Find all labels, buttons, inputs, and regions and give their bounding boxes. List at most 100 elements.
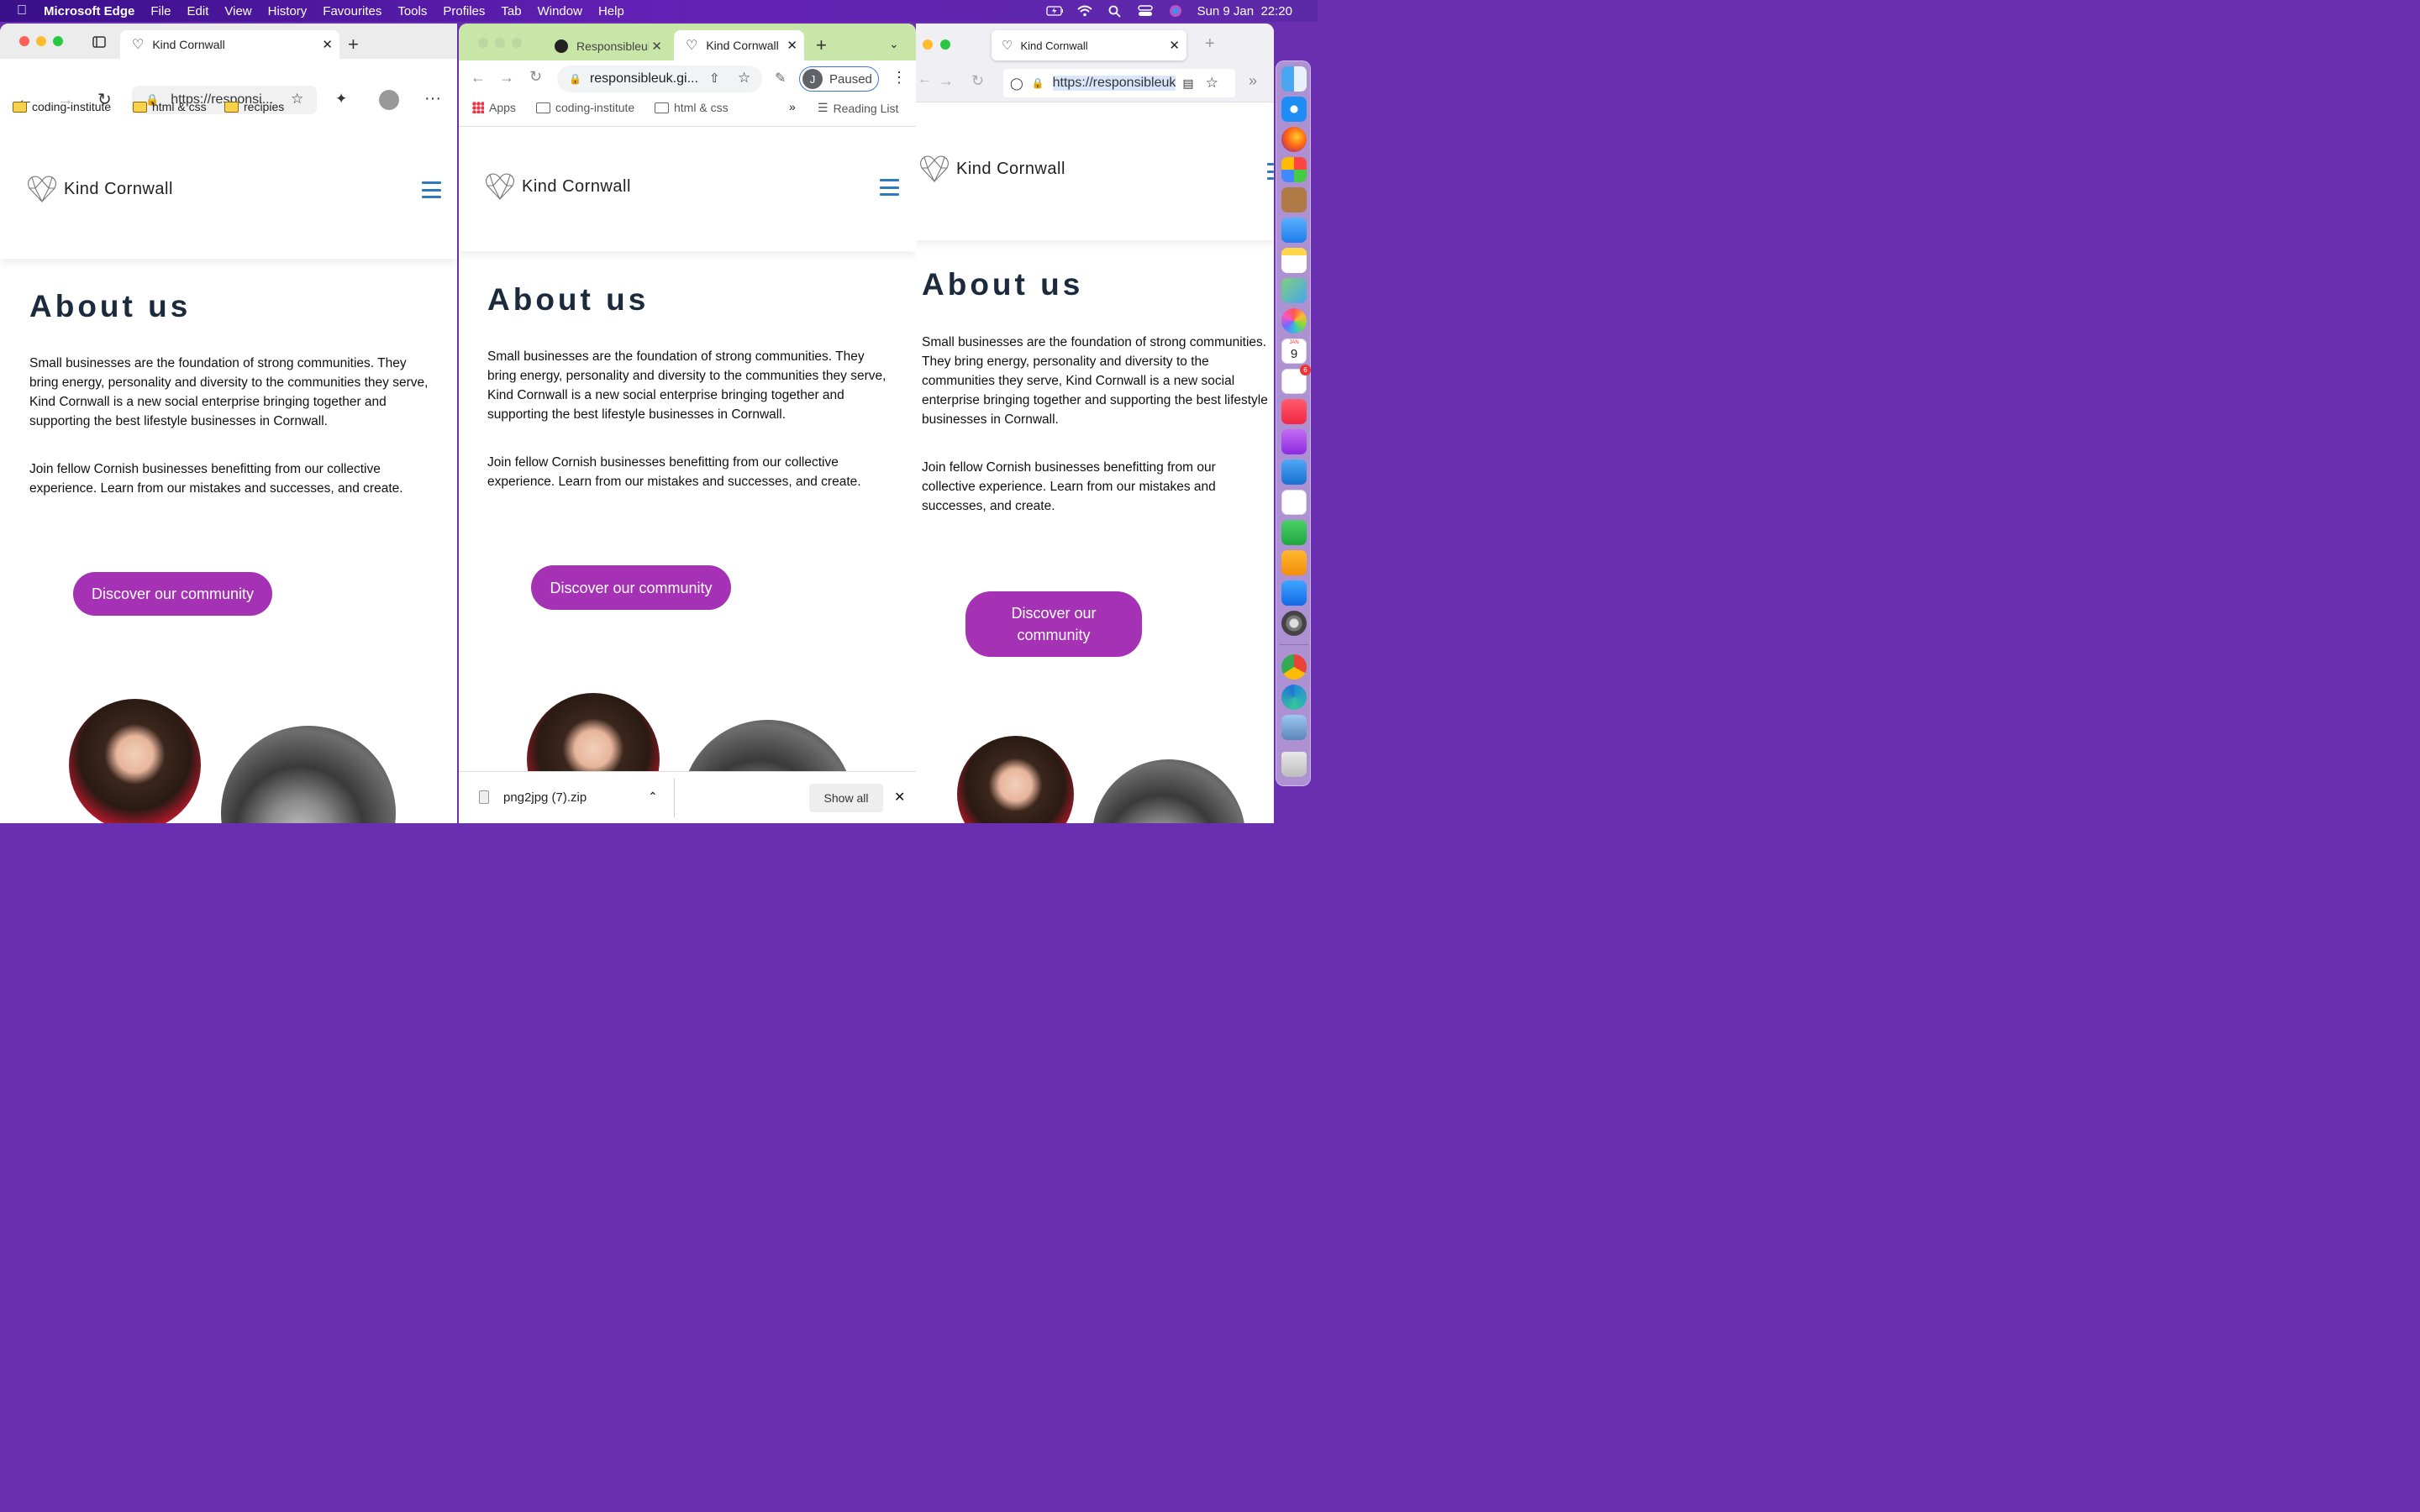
- hamburger-menu-icon[interactable]: [1267, 163, 1274, 180]
- bookmark-html-css[interactable]: html & css: [133, 100, 207, 113]
- minimize-window-button[interactable]: [495, 38, 505, 48]
- control-center-icon[interactable]: [1137, 5, 1154, 17]
- profile-paused-chip[interactable]: J Paused: [799, 66, 879, 92]
- firefox-icon[interactable]: [1281, 127, 1307, 152]
- edge-icon[interactable]: [1281, 685, 1307, 710]
- menu-view[interactable]: View: [224, 4, 251, 18]
- extensions-puzzle-icon[interactable]: ✎: [775, 70, 786, 87]
- zoom-window-button[interactable]: [53, 36, 63, 46]
- reading-list-button[interactable]: ☰ Reading List: [818, 101, 898, 115]
- chrome-address-bar[interactable]: 🔒 responsibleuk.gi...: [557, 66, 762, 92]
- menu-window[interactable]: Window: [538, 4, 582, 18]
- menu-history[interactable]: History: [268, 4, 308, 18]
- safari-icon[interactable]: [1281, 97, 1307, 122]
- preview-icon[interactable]: [1281, 715, 1307, 740]
- tab-kind-cornwall[interactable]: ♡ Kind Cornwall ✕: [120, 30, 339, 59]
- menu-file[interactable]: File: [150, 4, 171, 18]
- zoom-window-button[interactable]: [940, 39, 950, 50]
- firefox-address-bar[interactable]: ◯ 🔒 https://responsibleuk ▤ ☆: [1003, 69, 1235, 97]
- mail-icon[interactable]: [1281, 218, 1307, 243]
- tab-actions-icon[interactable]: [92, 35, 106, 53]
- close-tab-icon[interactable]: ✕: [786, 38, 797, 53]
- calendar-icon[interactable]: JAN 9: [1281, 339, 1307, 364]
- minimize-window-button[interactable]: [923, 39, 933, 50]
- tab-kind-cornwall[interactable]: ♡ Kind Cornwall ✕: [992, 30, 1186, 60]
- address-url[interactable]: responsibleuk.gi...: [590, 71, 698, 87]
- download-chevron-icon[interactable]: ⌃: [648, 790, 658, 804]
- close-window-button[interactable]: [19, 36, 29, 46]
- bookmark-star-icon[interactable]: ☆: [738, 70, 750, 87]
- bookmark-apps[interactable]: Apps: [472, 101, 516, 114]
- bookmark-coding-institute[interactable]: coding-institute: [536, 101, 634, 114]
- add-favourite-icon[interactable]: ☆: [291, 91, 303, 108]
- notes-icon[interactable]: [1281, 248, 1307, 273]
- site-logo[interactable]: Kind Cornwall: [919, 155, 1065, 183]
- tab-responsibleuk[interactable]: Responsibleuk ✕: [543, 32, 669, 60]
- podcasts-icon[interactable]: [1281, 429, 1307, 454]
- new-tab-icon[interactable]: +: [816, 34, 827, 56]
- menu-help[interactable]: Help: [598, 4, 624, 18]
- refresh-icon[interactable]: ↻: [971, 72, 984, 90]
- menu-tab[interactable]: Tab: [501, 4, 521, 18]
- bookmark-recipies[interactable]: recipies: [224, 100, 284, 113]
- forward-icon[interactable]: →: [499, 69, 514, 87]
- new-tab-icon[interactable]: +: [348, 34, 359, 55]
- trash-icon[interactable]: [1281, 752, 1307, 777]
- keynote-icon[interactable]: [1281, 459, 1307, 485]
- pages-icon[interactable]: [1281, 550, 1307, 575]
- maps-icon[interactable]: [1281, 278, 1307, 303]
- minimize-window-button[interactable]: [36, 36, 46, 46]
- bookmark-html-css[interactable]: html & css: [655, 101, 729, 114]
- photos-icon[interactable]: [1281, 308, 1307, 333]
- menu-profiles[interactable]: Profiles: [443, 4, 485, 18]
- profile-avatar-icon[interactable]: [379, 90, 399, 110]
- back-icon[interactable]: ←: [918, 72, 931, 87]
- battery-icon[interactable]: [1045, 5, 1063, 17]
- menu-edit[interactable]: Edit: [187, 4, 209, 18]
- site-logo[interactable]: Kind Cornwall: [27, 175, 173, 203]
- new-tab-icon[interactable]: +: [1205, 34, 1215, 54]
- hamburger-menu-icon[interactable]: [880, 179, 899, 196]
- overflow-chevrons-icon[interactable]: »: [1249, 72, 1257, 90]
- wifi-icon[interactable]: [1076, 5, 1093, 17]
- hamburger-menu-icon[interactable]: [422, 181, 441, 198]
- extensions-icon[interactable]: ✦: [335, 91, 347, 108]
- forward-icon[interactable]: →: [939, 72, 954, 90]
- close-tab-icon[interactable]: ✕: [1169, 38, 1180, 53]
- menu-tools[interactable]: Tools: [397, 4, 427, 18]
- share-icon[interactable]: ⇧: [709, 71, 720, 86]
- siri-icon[interactable]: [1167, 5, 1184, 17]
- site-logo[interactable]: Kind Cornwall: [485, 172, 631, 201]
- discover-community-button[interactable]: Discover our community: [531, 565, 731, 610]
- menu-clock[interactable]: Sun 9 Jan 22:20: [1197, 4, 1292, 18]
- close-tab-icon[interactable]: ✕: [651, 39, 662, 54]
- close-download-bar-icon[interactable]: ✕: [894, 789, 905, 806]
- back-icon[interactable]: ←: [471, 69, 486, 87]
- discover-community-button[interactable]: Discover our community: [73, 572, 272, 616]
- show-all-downloads-button[interactable]: Show all: [809, 784, 883, 812]
- menu-favourites[interactable]: Favourites: [323, 4, 381, 18]
- launchpad-icon[interactable]: [1281, 157, 1307, 182]
- close-window-button[interactable]: [478, 38, 488, 48]
- music-icon[interactable]: [1281, 399, 1307, 424]
- bookmark-coding-institute[interactable]: coding-institute: [13, 100, 111, 113]
- reminders-icon[interactable]: 6: [1281, 365, 1311, 394]
- bookmarks-overflow-icon[interactable]: »: [789, 100, 796, 113]
- news-icon[interactable]: [1281, 490, 1307, 515]
- zoom-window-button[interactable]: [512, 38, 522, 48]
- refresh-icon[interactable]: ↻: [529, 68, 542, 86]
- system-preferences-icon[interactable]: [1281, 611, 1307, 636]
- discover-community-button[interactable]: Discover our community: [965, 591, 1142, 657]
- menu-app-name[interactable]: Microsoft Edge: [44, 4, 134, 18]
- apple-icon[interactable]: : [17, 3, 27, 18]
- reader-view-icon[interactable]: ▤: [1182, 76, 1193, 91]
- more-menu-icon[interactable]: ···: [424, 89, 441, 108]
- search-icon[interactable]: [1107, 5, 1123, 18]
- chrome-menu-icon[interactable]: ⋮: [892, 69, 907, 87]
- app-store-icon[interactable]: [1281, 580, 1307, 606]
- close-tab-icon[interactable]: ✕: [322, 37, 333, 52]
- chrome-icon[interactable]: [1281, 654, 1307, 680]
- tab-kind-cornwall[interactable]: ♡ Kind Cornwall ✕: [674, 30, 804, 60]
- address-url[interactable]: https://responsibleuk: [1052, 76, 1176, 91]
- numbers-icon[interactable]: [1281, 520, 1307, 545]
